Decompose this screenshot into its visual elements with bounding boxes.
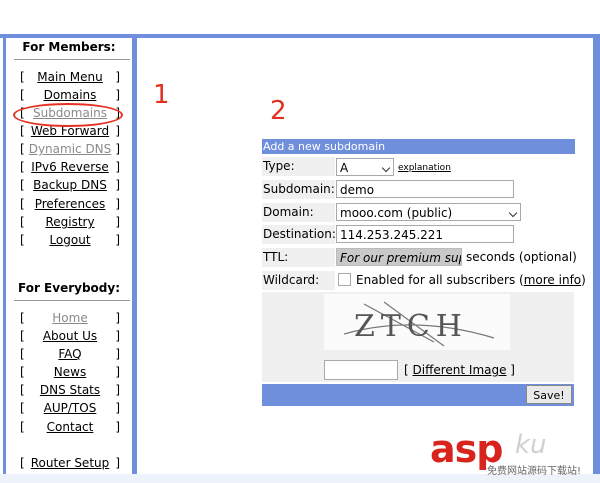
destination-input[interactable]: 114.253.245.221 [336,225,514,243]
more-info-link[interactable]: more info [524,273,581,287]
different-image-wrapper: [ Different Image ] [404,363,515,377]
save-button[interactable]: Save! [526,385,572,404]
form-title: Add a new subdomain [262,139,575,154]
wildcard-checkbox[interactable] [338,273,351,286]
sidebar-link-router-setup[interactable]: Router Setup [28,454,112,472]
sidebar-link-dns-stats[interactable]: DNS Stats [28,381,112,399]
sidebar-link-news[interactable]: News [28,363,112,381]
sidebar-item-backup-dns[interactable]: [Backup DNS] [20,176,120,194]
sidebar-item-dns-stats[interactable]: [DNS Stats] [20,381,120,399]
domain-select[interactable]: mooo.com (public) [336,203,521,221]
wildcard-text: Enabled for all subscribers (more info) [356,273,586,287]
sidebar-link-contact[interactable]: Contact [28,418,112,436]
sidebar-link-about-us[interactable]: About Us [28,327,112,345]
annotation-circle [13,103,123,127]
sidebar-item-registry[interactable]: [Registry] [20,213,120,231]
sidebar-divider [14,59,130,60]
sidebar-link-logout[interactable]: Logout [28,231,112,249]
sidebar-link-main-menu[interactable]: Main Menu [28,68,112,86]
sidebar-link-faq[interactable]: FAQ [28,345,112,363]
sidebar-item-domains[interactable]: [Domains] [20,86,120,104]
sidebar-link-dynamic-dns[interactable]: Dynamic DNS [28,140,112,158]
sidebar-item-news[interactable]: [News] [20,363,120,381]
captcha-text: ZTCH [354,309,468,344]
right-frame-border [593,34,600,483]
ttl-label: TTL: [262,248,335,267]
different-image-link[interactable]: Different Image [413,363,507,377]
annotation-step-1: 1 [153,80,170,110]
annotation-step-2: 2 [270,96,287,126]
members-heading: For Members: [22,40,116,54]
ttl-suffix: seconds (optional) [466,250,577,264]
sidebar-link-backup-dns[interactable]: Backup DNS [28,176,112,194]
ttl-input[interactable]: For our premium suppor [336,248,462,266]
wildcard-label: Wildcard: [262,271,335,290]
everybody-heading: For Everybody: [18,281,120,295]
sidebar-item-about-us[interactable]: [About Us] [20,327,120,345]
frame-divider [132,34,137,483]
captcha-image: ZTCH [324,294,510,350]
sidebar-item-main-menu[interactable]: [Main Menu] [20,68,120,86]
sidebar-link-home[interactable]: Home [28,309,112,327]
sidebar-item-home[interactable]: [Home] [20,309,120,327]
subdomain-input[interactable]: demo [336,180,514,198]
sidebar-item-contact[interactable]: [Contact] [20,418,120,436]
destination-label: Destination: [262,225,336,244]
captcha-input[interactable] [324,360,398,380]
sidebar-item-aup-tos[interactable]: [AUP/TOS] [20,399,120,417]
watermark-brand-secondary: ku [515,430,547,460]
captcha-area: ZTCH [ Different Image ] [262,292,574,382]
type-select[interactable]: A [336,158,394,176]
domain-select-value: mooo.com (public) [340,206,453,220]
explanation-link[interactable]: explanation [398,163,451,173]
sidebar-item-logout[interactable]: [Logout] [20,231,120,249]
type-select-value: A [340,161,349,175]
sidebar-divider [14,300,130,301]
subdomain-label: Subdomain: [262,180,335,199]
sidebar-link-ipv6-reverse[interactable]: IPv6 Reverse [28,158,112,176]
sidebar-item-router-setup[interactable]: [Router Setup] [20,454,120,472]
sidebar-item-preferences[interactable]: [Preferences] [20,195,120,213]
sidebar-item-dynamic-dns[interactable]: [Dynamic DNS] [20,140,120,158]
sidebar-link-domains[interactable]: Domains [28,86,112,104]
sidebar-item-ipv6-reverse[interactable]: [IPv6 Reverse] [20,158,120,176]
sidebar-link-aup-tos[interactable]: AUP/TOS [28,399,112,417]
watermark-tagline: 免费网站源码下载站! [487,466,582,477]
sidebar-link-registry[interactable]: Registry [28,213,112,231]
domain-label: Domain: [262,203,335,222]
sidebar-item-faq[interactable]: [FAQ] [20,345,120,363]
type-label: Type: [262,157,335,176]
sidebar-link-preferences[interactable]: Preferences [28,195,112,213]
